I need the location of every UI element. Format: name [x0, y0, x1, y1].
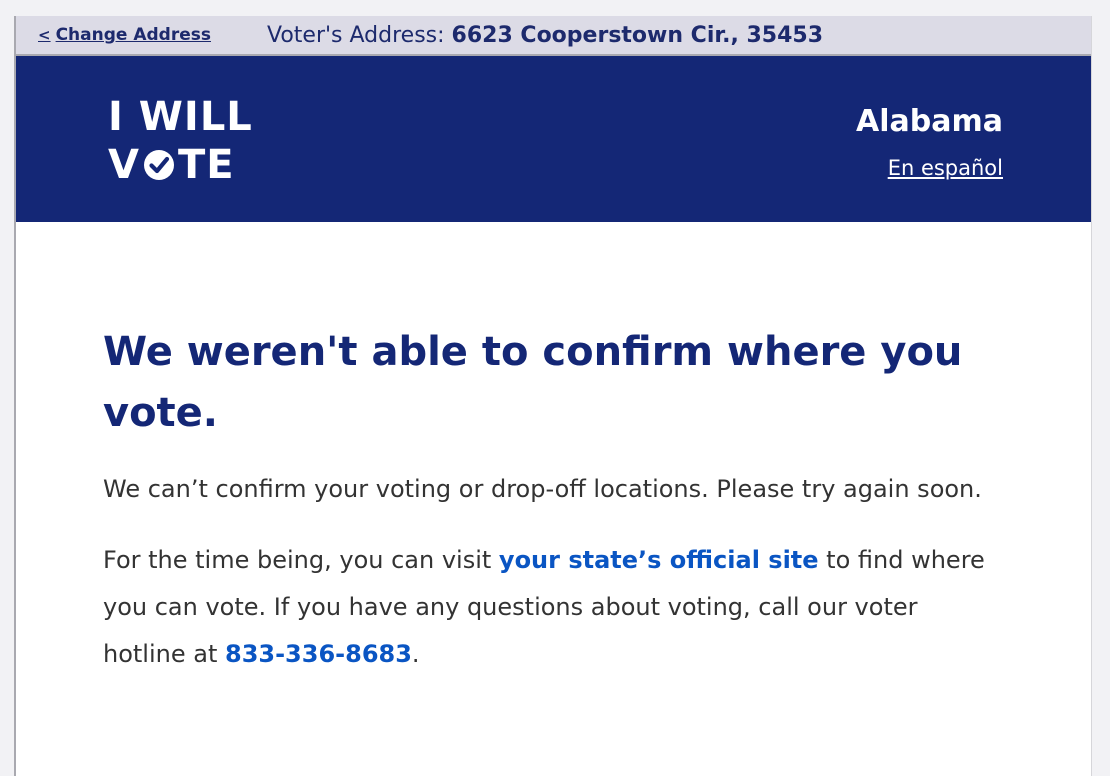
i-will-vote-logo[interactable]: I WILL V TE	[108, 93, 253, 189]
chevron-left-icon: <	[38, 26, 51, 44]
logo-letters-te: TE	[177, 142, 235, 188]
page-title: We weren't able to confirm where you vot…	[103, 329, 963, 436]
change-address-label: Change Address	[55, 25, 211, 45]
help-text-after: .	[411, 640, 420, 668]
logo-line-1: I WILL	[108, 94, 253, 140]
help-message: For the time being, you can visit your s…	[103, 537, 991, 678]
official-site-link[interactable]: your state’s official site	[499, 546, 819, 574]
main-content: We weren't able to confirm where you vot…	[16, 222, 1091, 678]
site-header: I WILL V TE Alabama En español	[16, 56, 1091, 222]
voter-hotline-link[interactable]: 833-336-8683	[225, 640, 412, 668]
help-text-before: For the time being, you can visit	[103, 546, 499, 574]
change-address-link[interactable]: < Change Address	[38, 25, 211, 45]
spanish-language-link[interactable]: En español	[888, 156, 1003, 180]
checkmark-circle-icon	[143, 150, 174, 180]
state-name: Alabama	[856, 104, 1003, 139]
logo-line-2: V TE	[108, 141, 253, 189]
address-bar: < Change Address Voter's Address: 6623 Co…	[16, 16, 1091, 56]
page-frame: < Change Address Voter's Address: 6623 Co…	[14, 16, 1092, 776]
voter-address: Voter's Address: 6623 Cooperstown Cir., …	[267, 23, 823, 48]
error-message: We can’t confirm your voting or drop-off…	[103, 475, 982, 503]
voter-address-value: 6623 Cooperstown Cir., 35453	[451, 22, 823, 48]
voter-address-prefix: Voter's Address:	[267, 22, 452, 48]
logo-letter-v: V	[108, 142, 140, 188]
